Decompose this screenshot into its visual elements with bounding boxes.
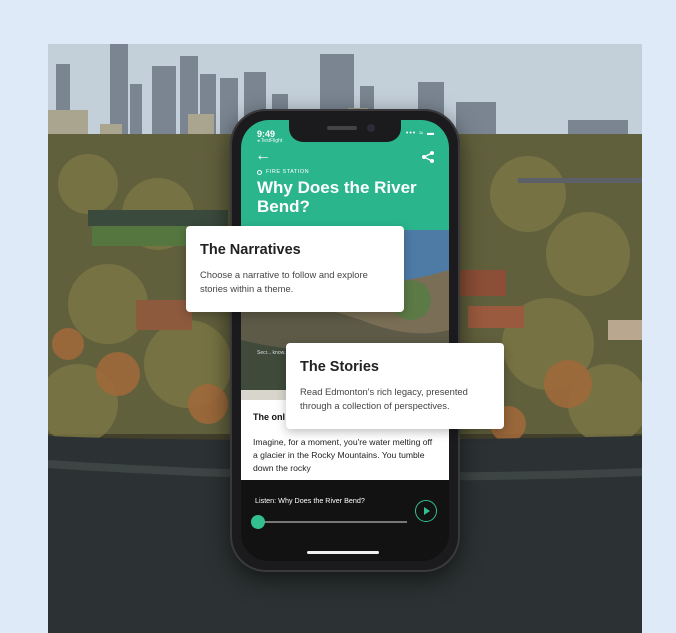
- section-label: FIRE STATION: [257, 169, 309, 175]
- front-camera: [367, 124, 375, 132]
- stories-description: Read Edmonton's rich legacy, presented t…: [300, 386, 468, 411]
- status-back-app[interactable]: ◂ TestFlight: [257, 138, 282, 144]
- narratives-title: The Narratives: [200, 242, 301, 258]
- player-title: Listen: Why Does the River Bend?: [255, 496, 365, 505]
- section-label-text: FIRE STATION: [266, 169, 310, 175]
- narratives-description: Choose a narrative to follow and explore…: [200, 269, 368, 294]
- location-dot-icon: [257, 169, 262, 175]
- stories-title: The Stories: [300, 359, 379, 375]
- progress-track[interactable]: [259, 521, 407, 523]
- play-icon: [424, 507, 430, 515]
- progress-knob[interactable]: [251, 515, 265, 529]
- play-button[interactable]: [415, 500, 437, 522]
- article-text: Imagine, for a moment, you're water melt…: [253, 437, 433, 473]
- back-arrow-icon[interactable]: ←: [255, 148, 271, 164]
- phone-notch: [289, 120, 401, 142]
- stories-card: The Stories Read Edmonton's rich legacy,…: [286, 343, 504, 429]
- speaker-grille: [327, 126, 357, 130]
- phone-screen: 9:49 ◂ TestFlight ••• ≈ ▬ ← FIRE STATION…: [241, 120, 449, 561]
- audio-player: Listen: Why Does the River Bend?: [241, 480, 449, 561]
- home-indicator: [307, 551, 379, 554]
- phone-mockup: 9:49 ◂ TestFlight ••• ≈ ▬ ← FIRE STATION…: [230, 109, 460, 572]
- share-icon[interactable]: [421, 150, 435, 164]
- story-title: Why Does the River Bend?: [257, 178, 417, 216]
- narratives-card: The Narratives Choose a narrative to fol…: [186, 226, 404, 312]
- photo-caption: Secr... know...: [257, 350, 289, 356]
- status-icons: ••• ≈ ▬: [405, 130, 435, 137]
